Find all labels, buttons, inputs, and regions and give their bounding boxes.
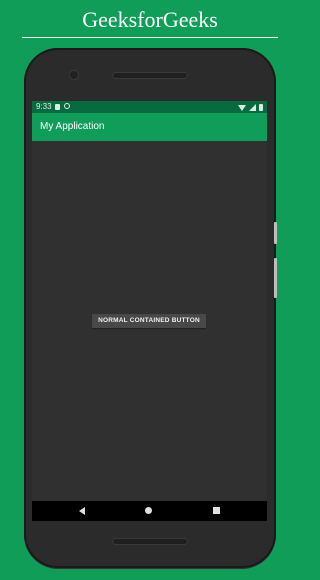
navigation-bar xyxy=(32,501,267,521)
app-bar: My Application xyxy=(32,113,267,141)
home-icon[interactable] xyxy=(145,507,152,514)
status-bar: 9:33 xyxy=(32,101,267,113)
status-right-icons xyxy=(238,103,263,111)
media-icon xyxy=(64,103,70,109)
page-header-title: GeeksforGeeks xyxy=(82,7,218,32)
phone-screen: 9:33 My Application NORMAL CONTAINED BUT… xyxy=(32,101,267,521)
back-icon[interactable] xyxy=(79,507,85,515)
app-title: My Application xyxy=(40,121,105,132)
signal-icon xyxy=(249,104,256,111)
wifi-icon xyxy=(238,105,246,111)
normal-contained-button[interactable]: NORMAL CONTAINED BUTTON xyxy=(92,314,206,328)
volume-button xyxy=(274,222,277,244)
top-speaker xyxy=(112,72,188,79)
battery-icon xyxy=(259,104,263,111)
power-button xyxy=(274,258,277,298)
notification-icon xyxy=(55,104,60,110)
front-camera-icon xyxy=(70,71,78,79)
status-time: 9:33 xyxy=(36,102,52,111)
header-divider xyxy=(22,37,278,38)
bottom-speaker xyxy=(112,538,188,545)
recents-icon[interactable] xyxy=(213,507,220,514)
main-content: NORMAL CONTAINED BUTTON xyxy=(32,141,267,501)
